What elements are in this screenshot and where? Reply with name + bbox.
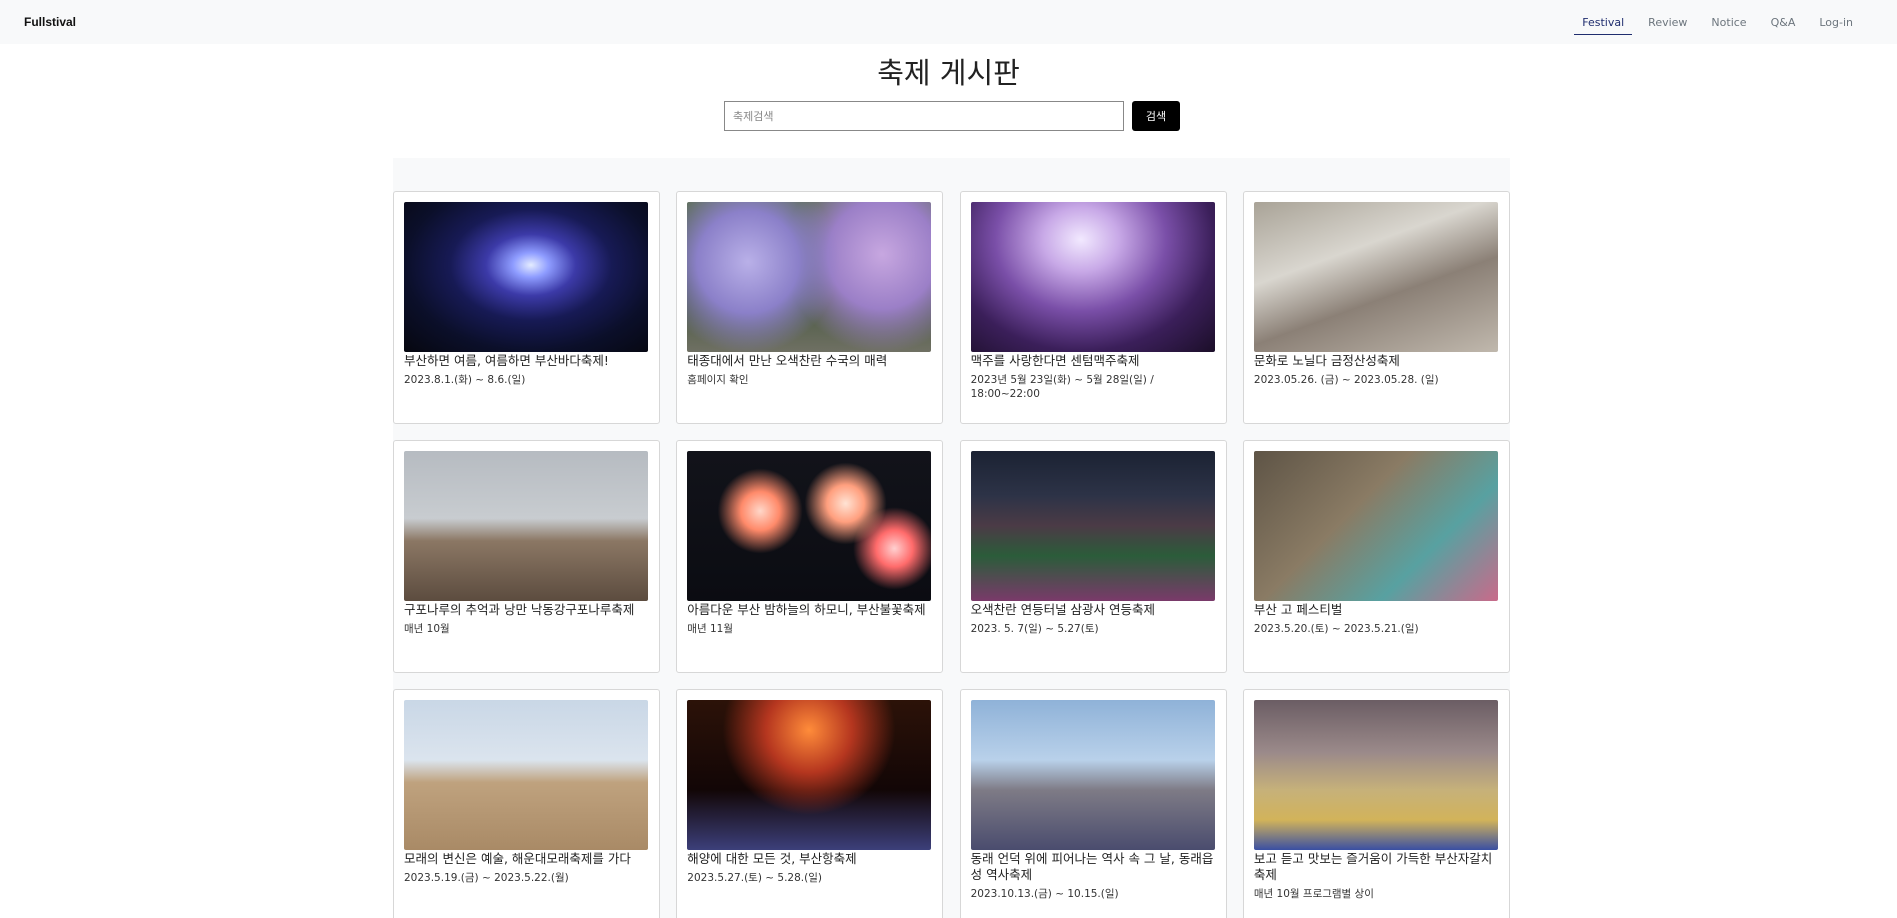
festival-card[interactable]: 부산하면 여름, 여름하면 부산바다축제! 2023.8.1.(화) ~ 8.6… <box>393 191 660 424</box>
brand-logo[interactable]: Fullstival <box>24 15 76 29</box>
nav-link-login[interactable]: Log-in <box>1807 0 1865 44</box>
festival-image[interactable] <box>687 700 932 850</box>
festival-card[interactable]: 태종대에서 만난 오색찬란 수국의 매력 홈페이지 확인 <box>676 191 944 424</box>
festival-image[interactable] <box>687 202 932 352</box>
festival-date: 2023.8.1.(화) ~ 8.6.(일) <box>404 374 526 386</box>
festival-title[interactable]: 문화로 노닐다 금정산성축제 <box>1254 353 1499 369</box>
search-bar: 검색 <box>724 101 1180 131</box>
nav-link-qna[interactable]: Q&A <box>1759 0 1808 44</box>
festival-title[interactable]: 구포나루의 추억과 낭만 낙동강구포나루축제 <box>404 602 649 618</box>
festival-title[interactable]: 모래의 변신은 예술, 해운대모래축제를 가다 <box>404 851 649 867</box>
festival-card[interactable]: 아름다운 부산 밤하늘의 하모니, 부산불꽃축제 매년 11월 <box>676 440 944 673</box>
festival-date: 2023. 5. 7(일) ~ 5.27(토) <box>970 623 1099 635</box>
festival-card[interactable]: 보고 듣고 맛보는 즐거움이 가득한 부산자갈치축제 매년 10월 프로그램별 … <box>1242 689 1510 918</box>
festival-date: 2023.5.19.(금) ~ 2023.5.22.(월) <box>404 872 569 884</box>
festival-image[interactable] <box>1253 700 1498 850</box>
festival-title[interactable]: 부산하면 여름, 여름하면 부산바다축제! <box>404 353 649 369</box>
festival-card[interactable]: 구포나루의 추억과 낭만 낙동강구포나루축제 매년 10월 <box>393 440 660 673</box>
festival-date: 2023.5.20.(토) ~ 2023.5.21.(일) <box>1253 623 1419 635</box>
festival-card[interactable]: 문화로 노닐다 금정산성축제 2023.05.26. (금) ~ 2023.05… <box>1242 191 1510 424</box>
festival-image[interactable] <box>404 202 648 352</box>
nav-link-notice[interactable]: Notice <box>1699 0 1758 44</box>
festival-title[interactable]: 아름다운 부산 밤하늘의 하모니, 부산불꽃축제 <box>687 602 932 618</box>
search-input[interactable] <box>724 101 1124 131</box>
festival-card[interactable]: 동래 언덕 위에 피어나는 역사 속 그 날, 동래읍성 역사축제 2023.1… <box>959 689 1227 918</box>
search-button[interactable]: 검색 <box>1132 101 1180 131</box>
festival-image[interactable] <box>404 700 648 850</box>
festival-card[interactable]: 모래의 변신은 예술, 해운대모래축제를 가다 2023.5.19.(금) ~ … <box>393 689 660 918</box>
festival-title[interactable]: 부산 고 페스티벌 <box>1254 602 1499 618</box>
nav-link-festival[interactable]: Festival <box>1570 0 1636 44</box>
festival-date: 매년 10월 프로그램별 상이 <box>1253 888 1374 900</box>
festival-title[interactable]: 태종대에서 만난 오색찬란 수국의 매력 <box>687 353 932 369</box>
festival-date: 2023.10.13.(금) ~ 10.15.(일) <box>970 888 1119 900</box>
festival-card[interactable]: 오색찬란 연등터널 삼광사 연등축제 2023. 5. 7(일) ~ 5.27(… <box>959 440 1227 673</box>
festival-date: 매년 10월 <box>404 623 450 635</box>
festival-image[interactable] <box>970 451 1215 601</box>
festival-card[interactable]: 맥주를 사랑한다면 센텀맥주축제 2023년 5월 23일(화) ~ 5월 28… <box>959 191 1227 424</box>
festival-image[interactable] <box>1253 451 1498 601</box>
festival-date: 2023.05.26. (금) ~ 2023.05.28. (일) <box>1253 374 1439 386</box>
festival-date: 2023년 5월 23일(화) ~ 5월 28일(일) / 18:00~22:0… <box>970 374 1154 400</box>
festival-card[interactable]: 해양에 대한 모든 것, 부산항축제 2023.5.27.(토) ~ 5.28.… <box>676 689 944 918</box>
festival-date: 매년 11월 <box>687 623 733 635</box>
festival-image[interactable] <box>970 700 1215 850</box>
festival-date: 홈페이지 확인 <box>687 374 749 386</box>
festival-card[interactable]: 부산 고 페스티벌 2023.5.20.(토) ~ 2023.5.21.(일) <box>1242 440 1510 673</box>
festival-date: 2023.5.27.(토) ~ 5.28.(일) <box>687 872 822 884</box>
festival-title[interactable]: 보고 듣고 맛보는 즐거움이 가득한 부산자갈치축제 <box>1254 851 1499 883</box>
festival-title[interactable]: 오색찬란 연등터널 삼광사 연등축제 <box>971 602 1216 618</box>
festival-title[interactable]: 동래 언덕 위에 피어나는 역사 속 그 날, 동래읍성 역사축제 <box>971 851 1216 883</box>
festival-title[interactable]: 맥주를 사랑한다면 센텀맥주축제 <box>971 353 1216 369</box>
navbar: Fullstival Festival Review Notice Q&A Lo… <box>0 0 1897 44</box>
festival-image[interactable] <box>1253 202 1498 352</box>
page-title: 축제 게시판 <box>877 56 1020 90</box>
festival-image[interactable] <box>970 202 1215 352</box>
nav-link-review[interactable]: Review <box>1636 0 1699 44</box>
festival-title[interactable]: 해양에 대한 모든 것, 부산항축제 <box>687 851 932 867</box>
festival-image[interactable] <box>687 451 932 601</box>
festival-image[interactable] <box>404 451 648 601</box>
nav-links: Festival Review Notice Q&A Log-in <box>1570 0 1865 44</box>
festival-grid: 부산하면 여름, 여름하면 부산바다축제! 2023.8.1.(화) ~ 8.6… <box>393 191 1510 918</box>
